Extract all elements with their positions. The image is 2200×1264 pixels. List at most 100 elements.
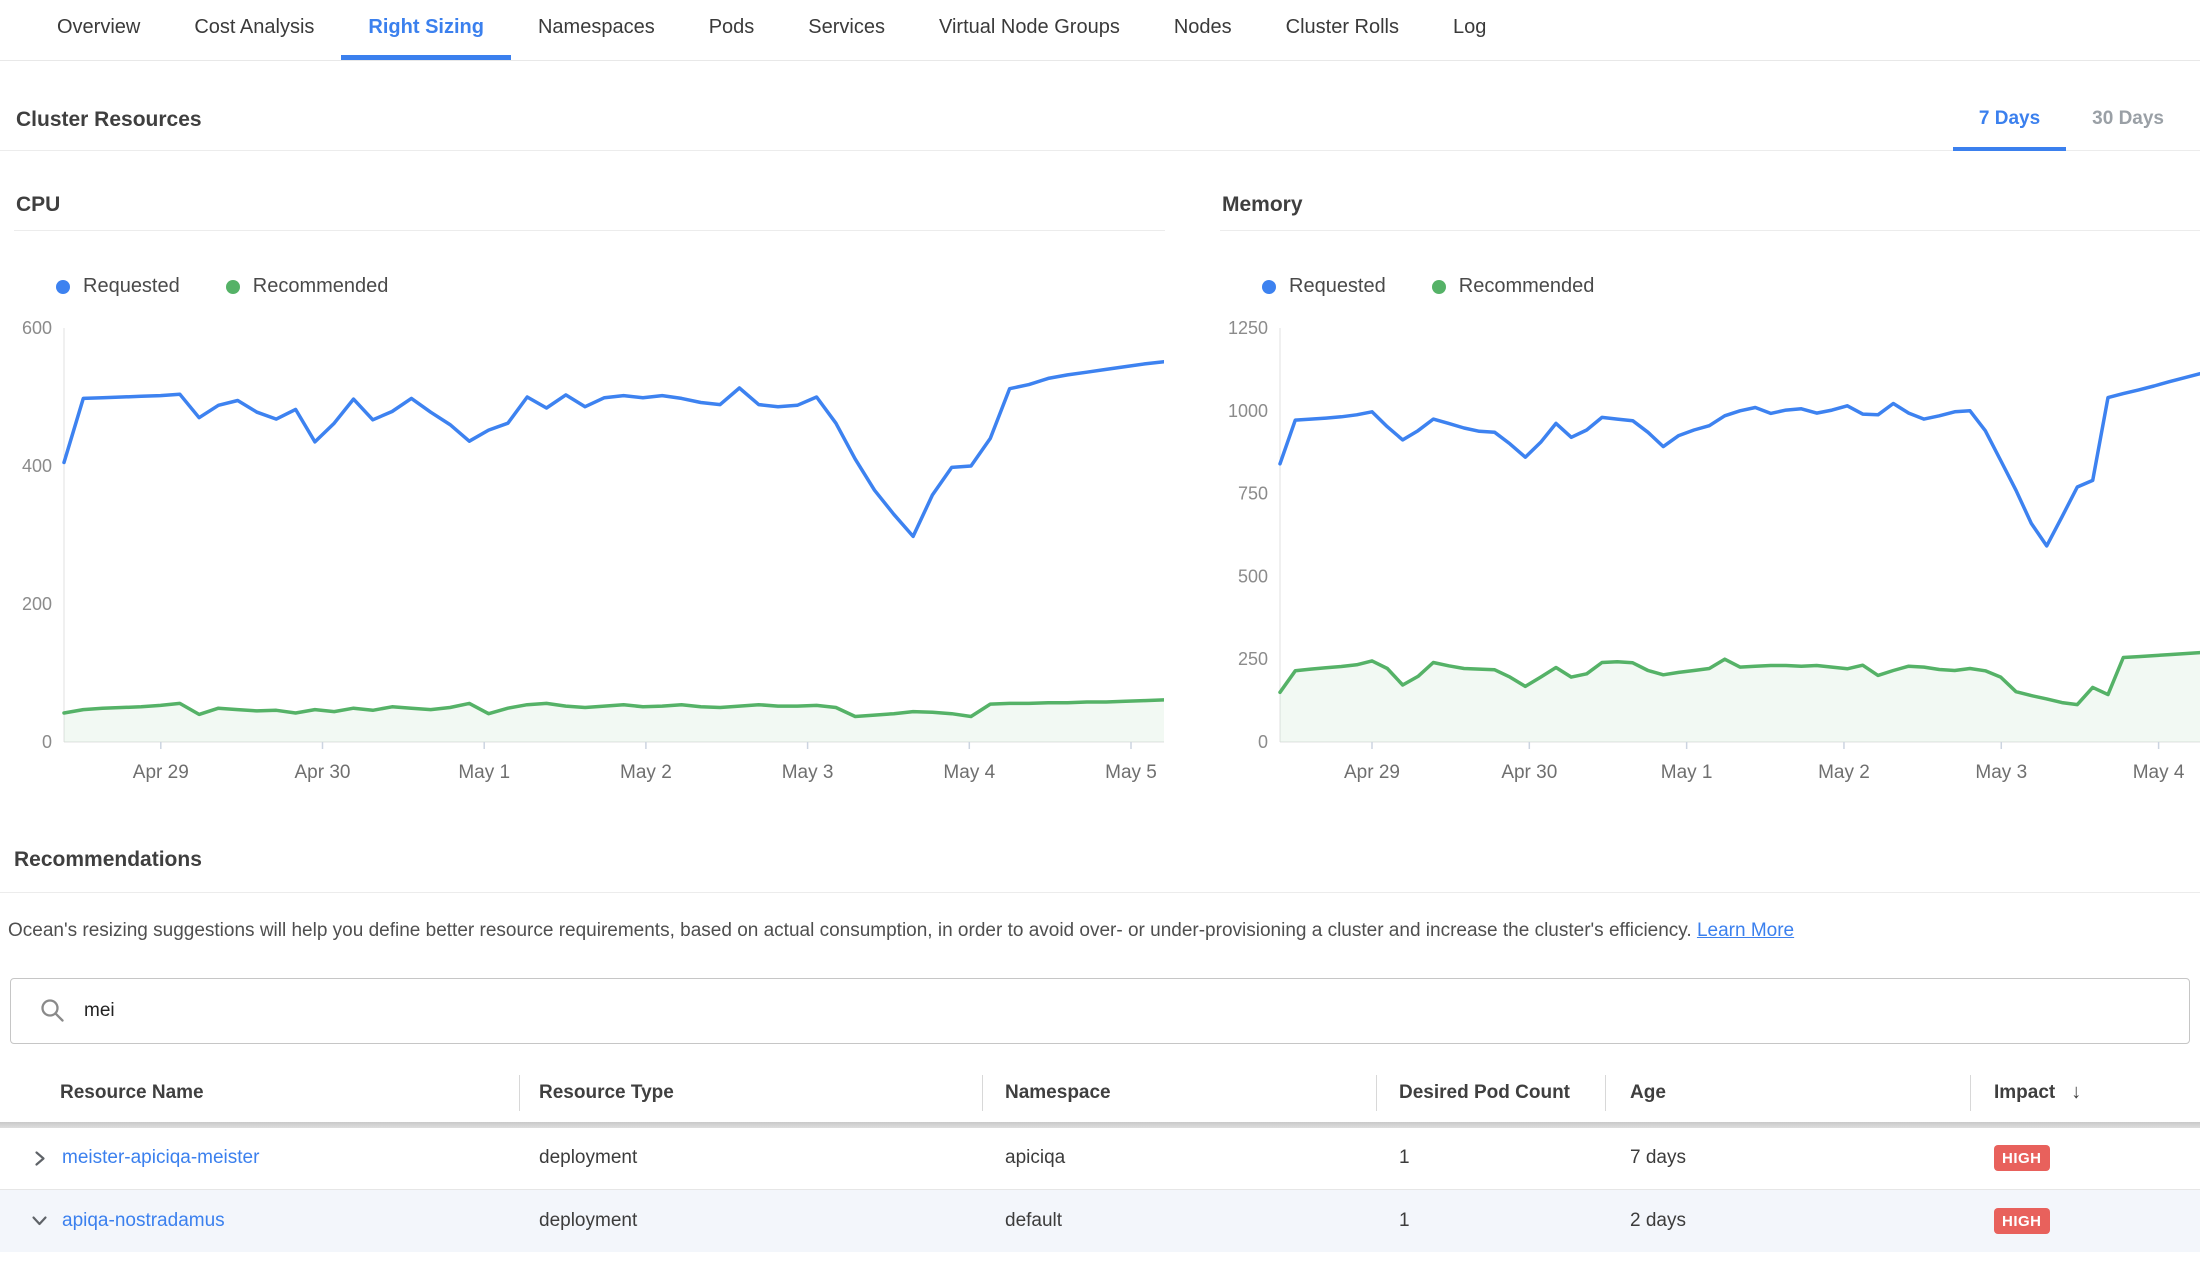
y-tick-label: 0 bbox=[42, 732, 52, 752]
cpu-line-chart: 0 200 400 600 Apr 29 Apr 30 May 1 May 2 May 3 May… bbox=[14, 316, 1164, 790]
x-tick-label: May 4 bbox=[2133, 762, 2185, 783]
recommendations-description-text: Ocean's resizing suggestions will help y… bbox=[8, 920, 1692, 941]
y-tick-label: 500 bbox=[1238, 566, 1268, 586]
y-tick-label: 200 bbox=[22, 594, 52, 614]
x-tick-label: Apr 30 bbox=[1501, 762, 1557, 783]
top-tab-bar: Overview Cost Analysis Right Sizing Name… bbox=[0, 0, 2200, 61]
tab-virtual-node-groups[interactable]: Virtual Node Groups bbox=[912, 0, 1147, 60]
recommendations-header: Recommendations bbox=[0, 790, 2200, 893]
impact-cell: HIGH bbox=[1970, 1145, 2200, 1171]
cpu-chart-title: CPU bbox=[14, 151, 1165, 231]
memory-legend-requested: Requested bbox=[1262, 275, 1386, 298]
requested-dot-icon bbox=[56, 280, 70, 294]
recommendations-title: Recommendations bbox=[14, 848, 2186, 872]
chevron-down-icon[interactable] bbox=[30, 1211, 49, 1230]
x-tick-label: Apr 29 bbox=[133, 762, 189, 783]
impact-high-badge: HIGH bbox=[1994, 1145, 2050, 1171]
requested-dot-icon bbox=[1262, 280, 1276, 294]
col-header-resource-type[interactable]: Resource Type bbox=[519, 1073, 982, 1113]
col-header-age[interactable]: Age bbox=[1605, 1073, 1970, 1113]
resource-name-cell: meister-apiciqa-meister bbox=[0, 1147, 519, 1169]
recommended-dot-icon bbox=[226, 280, 240, 294]
desired-pod-count-cell: 1 bbox=[1376, 1147, 1605, 1169]
cpu-legend-requested-label: Requested bbox=[83, 275, 180, 298]
cpu-chart-panel: CPU Requested Recommended 0 200 400 600 Apr … bbox=[14, 151, 1165, 790]
search-box[interactable] bbox=[10, 978, 2190, 1044]
age-cell: 7 days bbox=[1605, 1147, 1970, 1169]
x-tick-label: May 2 bbox=[1818, 762, 1870, 783]
x-tick-label: May 1 bbox=[458, 762, 510, 783]
x-tick-label: May 2 bbox=[620, 762, 672, 783]
x-tick-label: May 3 bbox=[782, 762, 834, 783]
tab-cost-analysis[interactable]: Cost Analysis bbox=[167, 0, 341, 60]
cpu-legend-recommended-label: Recommended bbox=[253, 275, 389, 298]
charts-row: CPU Requested Recommended 0 200 400 600 Apr … bbox=[0, 151, 2200, 790]
cpu-legend: Requested Recommended bbox=[56, 275, 1165, 298]
memory-legend: Requested Recommended bbox=[1262, 275, 2200, 298]
y-tick-label: 0 bbox=[1258, 732, 1268, 752]
range-30-days[interactable]: 30 Days bbox=[2066, 108, 2190, 151]
recommendations-description: Ocean's resizing suggestions will help y… bbox=[8, 919, 2186, 944]
tab-right-sizing[interactable]: Right Sizing bbox=[341, 0, 511, 60]
cluster-resources-title: Cluster Resources bbox=[16, 108, 202, 132]
memory-chart-panel: Memory Requested Recommended 0 250 500 750 1… bbox=[1220, 151, 2200, 790]
namespace-cell: apiciqa bbox=[982, 1147, 1376, 1169]
cluster-resources-header: Cluster Resources 7 Days 30 Days bbox=[0, 61, 2200, 151]
x-tick-label: May 1 bbox=[1661, 762, 1713, 783]
sort-desc-icon[interactable]: ↓ bbox=[2071, 1081, 2081, 1104]
table-row[interactable]: meister-apiciqa-meister deployment apici… bbox=[0, 1128, 2200, 1190]
y-tick-label: 1250 bbox=[1228, 318, 1268, 338]
x-tick-label: May 5 bbox=[1105, 762, 1157, 783]
x-tick-label: May 3 bbox=[1975, 762, 2027, 783]
col-header-desired-pod-count[interactable]: Desired Pod Count bbox=[1376, 1073, 1605, 1113]
col-header-impact[interactable]: Impact ↓ bbox=[1970, 1073, 2200, 1113]
search-icon bbox=[39, 997, 66, 1024]
tab-pods[interactable]: Pods bbox=[682, 0, 782, 60]
memory-legend-recommended-label: Recommended bbox=[1459, 275, 1595, 298]
resource-name-link[interactable]: meister-apiciqa-meister bbox=[62, 1147, 259, 1169]
learn-more-link[interactable]: Learn More bbox=[1697, 920, 1794, 941]
memory-chart-title: Memory bbox=[1220, 151, 2200, 231]
chevron-right-icon[interactable] bbox=[30, 1149, 49, 1168]
memory-line-chart: 0 250 500 750 1000 1250 Apr 29 Apr 30 May 1 May 2… bbox=[1220, 316, 2200, 790]
memory-legend-recommended: Recommended bbox=[1432, 275, 1595, 298]
recommendations-table: Resource Name Resource Type Namespace De… bbox=[0, 1064, 2200, 1252]
cpu-legend-requested: Requested bbox=[56, 275, 180, 298]
x-tick-label: May 4 bbox=[943, 762, 995, 783]
resource-type-cell: deployment bbox=[519, 1210, 982, 1232]
col-header-namespace[interactable]: Namespace bbox=[982, 1073, 1376, 1113]
impact-high-badge: HIGH bbox=[1994, 1208, 2050, 1234]
col-header-resource-name[interactable]: Resource Name bbox=[0, 1073, 519, 1113]
tab-log[interactable]: Log bbox=[1426, 0, 1513, 60]
resource-name-link[interactable]: apiqa-nostradamus bbox=[62, 1210, 225, 1232]
resource-name-cell: apiqa-nostradamus bbox=[0, 1210, 519, 1232]
range-7-days[interactable]: 7 Days bbox=[1953, 108, 2066, 151]
table-header-row: Resource Name Resource Type Namespace De… bbox=[0, 1064, 2200, 1122]
cpu-legend-recommended: Recommended bbox=[226, 275, 389, 298]
tab-cluster-rolls[interactable]: Cluster Rolls bbox=[1259, 0, 1426, 60]
memory-legend-requested-label: Requested bbox=[1289, 275, 1386, 298]
tab-services[interactable]: Services bbox=[781, 0, 912, 60]
x-tick-label: Apr 30 bbox=[295, 762, 351, 783]
search-input[interactable] bbox=[84, 1000, 2189, 1022]
y-tick-label: 400 bbox=[22, 456, 52, 476]
y-tick-label: 1000 bbox=[1228, 401, 1268, 421]
age-cell: 2 days bbox=[1605, 1210, 1970, 1232]
cpu-requested-line bbox=[64, 362, 1164, 537]
time-range-toggle: 7 Days 30 Days bbox=[1953, 108, 2190, 151]
memory-requested-line bbox=[1280, 374, 2200, 546]
x-tick-label: Apr 29 bbox=[1344, 762, 1400, 783]
namespace-cell: default bbox=[982, 1210, 1376, 1232]
tab-namespaces[interactable]: Namespaces bbox=[511, 0, 682, 60]
desired-pod-count-cell: 1 bbox=[1376, 1210, 1605, 1232]
resource-type-cell: deployment bbox=[519, 1147, 982, 1169]
tab-nodes[interactable]: Nodes bbox=[1147, 0, 1259, 60]
impact-cell: HIGH bbox=[1970, 1208, 2200, 1234]
impact-header-label: Impact bbox=[1994, 1082, 2055, 1104]
y-tick-label: 600 bbox=[22, 318, 52, 338]
table-row[interactable]: apiqa-nostradamus deployment default 1 2… bbox=[0, 1190, 2200, 1252]
tab-overview[interactable]: Overview bbox=[30, 0, 167, 60]
y-tick-label: 250 bbox=[1238, 649, 1268, 669]
recommended-dot-icon bbox=[1432, 280, 1446, 294]
y-tick-label: 750 bbox=[1238, 484, 1268, 504]
